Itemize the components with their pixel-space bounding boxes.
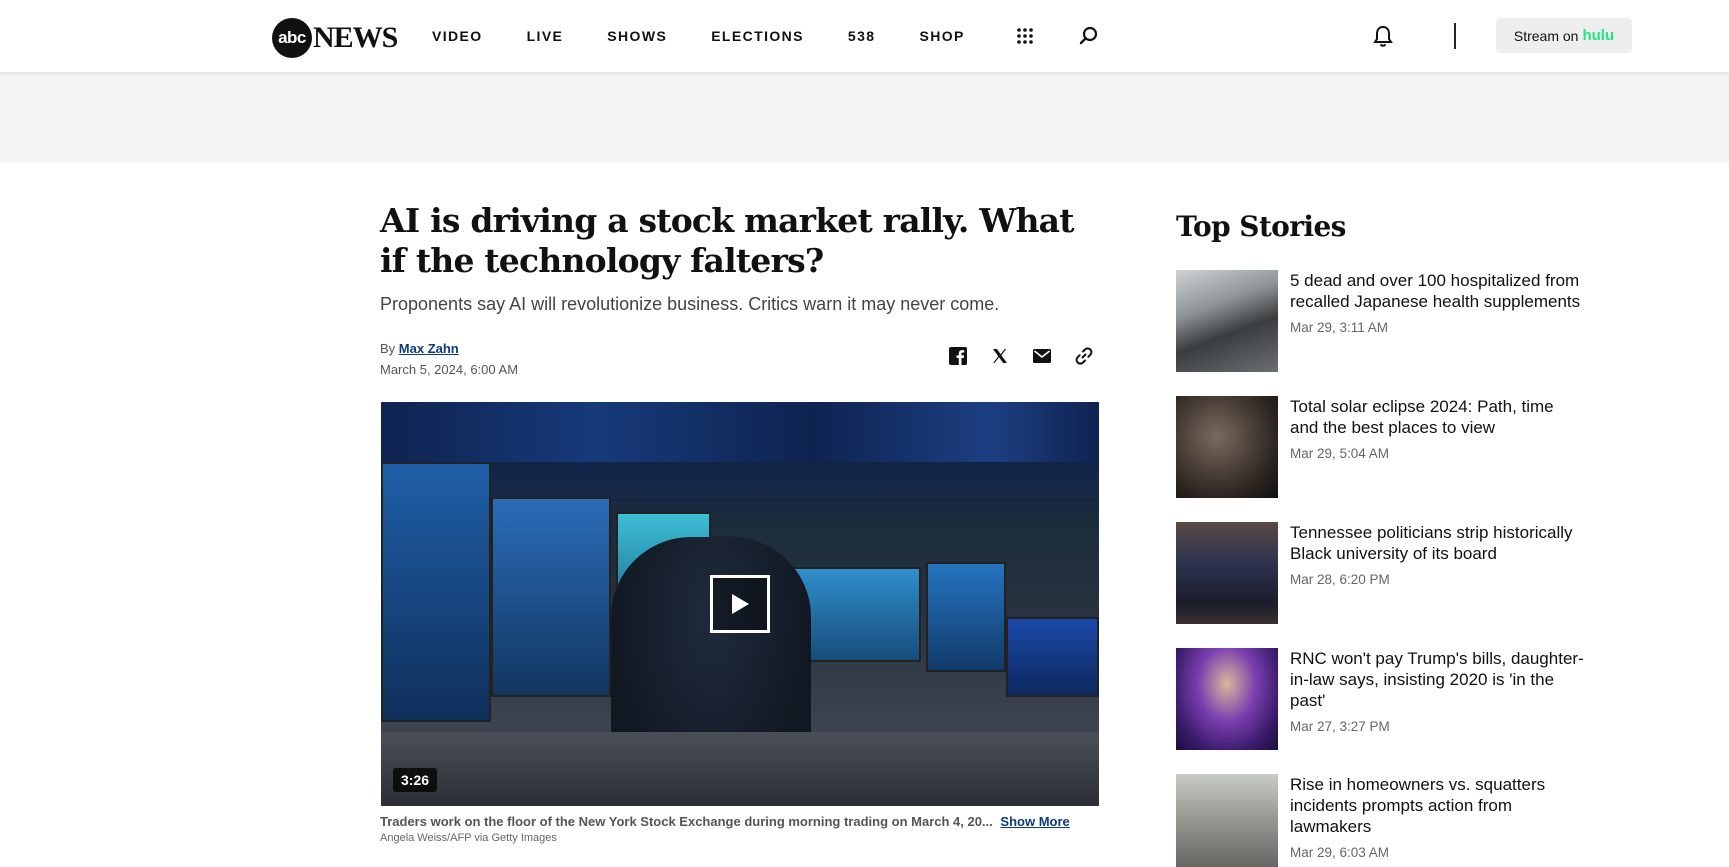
story-date: Mar 29, 5:04 AM [1290, 446, 1390, 461]
photo-credit: Angela Weiss/AFP via Getty Images [380, 832, 557, 844]
hulu-wordmark: hulu [1582, 27, 1615, 44]
story-headline: 5 dead and over 100 hospitalized from re… [1290, 271, 1581, 311]
monitor-6 [1006, 617, 1099, 697]
top-story-item[interactable]: Rise in homeowners vs. squatters inciden… [1176, 774, 1586, 867]
nav-live[interactable]: LIVE [527, 28, 564, 44]
nav-shows[interactable]: SHOWS [607, 28, 667, 44]
play-icon [732, 594, 749, 614]
story-date: Mar 27, 3:27 PM [1290, 719, 1390, 734]
share-bar [946, 346, 1114, 366]
story-headline: Total solar eclipse 2024: Path, time and… [1290, 397, 1554, 437]
search-icon[interactable] [1077, 24, 1101, 48]
stream-label: Stream on [1513, 27, 1579, 44]
main-nav: VIDEO LIVE SHOWS ELECTIONS 538 SHOP [432, 0, 1101, 72]
ad-banner-area [0, 72, 1729, 162]
story-date: Mar 29, 6:03 AM [1290, 845, 1390, 860]
article-headline: AI is driving a stock market rally. What… [380, 201, 1075, 280]
story-headline: Tennessee politicians strip historically… [1290, 523, 1573, 563]
bell-icon[interactable] [1371, 24, 1395, 48]
top-story-item[interactable]: Total solar eclipse 2024: Path, time and… [1176, 396, 1586, 498]
apps-grid-icon[interactable] [1013, 24, 1037, 48]
story-date: Mar 28, 6:20 PM [1290, 572, 1390, 587]
play-button[interactable] [710, 575, 770, 633]
news-wordmark: NEWS [313, 21, 398, 54]
video-caption: Traders work on the floor of the New Yor… [380, 814, 1070, 829]
top-story-item[interactable]: 5 dead and over 100 hospitalized from re… [1176, 270, 1586, 372]
abc-news-logo[interactable]: abc NEWS [272, 18, 398, 58]
story-headline: Rise in homeowners vs. squatters inciden… [1290, 775, 1546, 836]
nav-538[interactable]: 538 [848, 28, 876, 44]
monitor-left [381, 462, 491, 722]
publish-date: March 5, 2024, 6:00 AM [380, 362, 519, 377]
desk [381, 732, 1099, 806]
byline-prefix: By [380, 341, 396, 356]
nav-elections[interactable]: ELECTIONS [711, 28, 804, 44]
monitor-2 [491, 497, 611, 697]
story-headline: RNC won't pay Trump's bills, daughter-in… [1290, 649, 1584, 710]
facebook-icon[interactable] [946, 346, 970, 366]
link-icon[interactable] [1072, 346, 1096, 366]
top-story-item[interactable]: RNC won't pay Trump's bills, daughter-in… [1176, 648, 1586, 750]
abc-logo-mark: abc [272, 18, 312, 58]
video-duration: 3:26 [393, 768, 438, 792]
story-title: Tennessee politicians strip historically… [1290, 522, 1586, 590]
email-icon[interactable] [1030, 346, 1054, 366]
story-thumbnail [1176, 648, 1278, 750]
article-subhead: Proponents say AI will revolutionize bus… [380, 294, 1000, 314]
video-player[interactable]: 3:26 [381, 402, 1099, 806]
caption-text: Traders work on the floor of the New Yor… [380, 814, 993, 829]
ticker-wall [381, 402, 1099, 462]
top-story-item[interactable]: Tennessee politicians strip historically… [1176, 522, 1586, 624]
site-header: abc NEWS VIDEO LIVE SHOWS ELECTIONS 538 … [0, 0, 1729, 72]
stream-on-hulu-button[interactable]: Stream on hulu [1496, 18, 1632, 53]
show-more-link[interactable]: Show More [1000, 814, 1069, 829]
top-stories-heading: Top Stories [1176, 210, 1346, 243]
story-title: 5 dead and over 100 hospitalized from re… [1290, 270, 1586, 338]
story-thumbnail [1176, 270, 1278, 372]
story-title: Total solar eclipse 2024: Path, time and… [1290, 396, 1586, 464]
x-icon[interactable] [988, 346, 1012, 366]
header-divider [1454, 23, 1456, 49]
byline: By Max Zahn [380, 341, 459, 356]
story-thumbnail [1176, 774, 1278, 867]
story-title: RNC won't pay Trump's bills, daughter-in… [1290, 648, 1586, 737]
story-thumbnail [1176, 396, 1278, 498]
story-date: Mar 29, 3:11 AM [1290, 320, 1389, 335]
nav-video[interactable]: VIDEO [432, 28, 483, 44]
story-thumbnail [1176, 522, 1278, 624]
story-title: Rise in homeowners vs. squatters inciden… [1290, 774, 1586, 863]
monitor-5 [926, 562, 1006, 672]
nav-shop[interactable]: SHOP [919, 28, 964, 44]
author-link[interactable]: Max Zahn [399, 341, 459, 356]
